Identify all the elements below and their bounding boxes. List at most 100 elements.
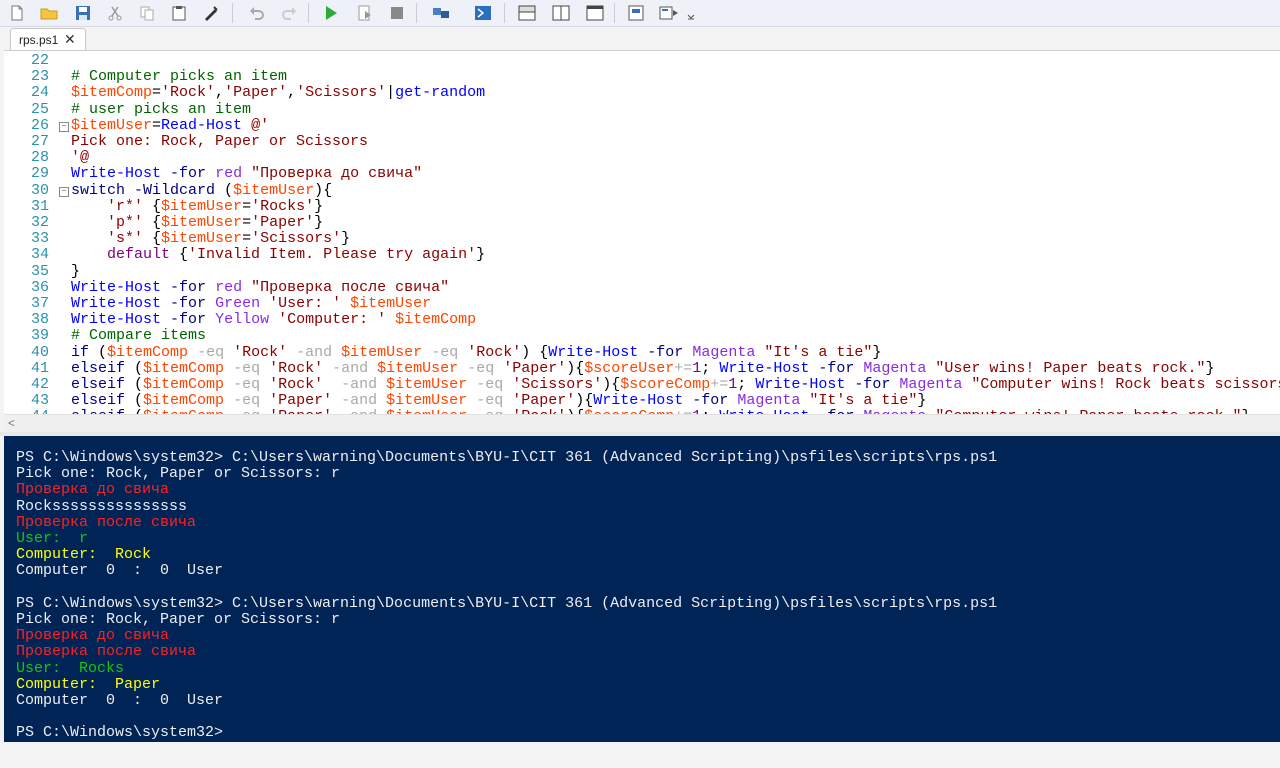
layout-top-icon[interactable]	[516, 2, 538, 24]
code-line[interactable]: 39 # Compare items	[4, 328, 1280, 344]
paste-icon[interactable]	[168, 2, 190, 24]
code-token: 'Paper'	[503, 359, 567, 377]
scroll-left-icon[interactable]: <	[8, 416, 15, 430]
line-number: 42	[30, 376, 49, 393]
layout-right-icon[interactable]	[550, 2, 572, 24]
layout-max-icon[interactable]	[584, 2, 606, 24]
code-line[interactable]: 40 if ($itemComp -eq 'Rock' -and $itemUse…	[4, 343, 1280, 361]
line-number: 28	[30, 149, 49, 167]
code-line[interactable]: 34 default {'Invalid Item. Please try ag…	[4, 247, 1280, 263]
code-line[interactable]: 42 elseif ($itemComp -eq 'Rock' -and $ite…	[4, 377, 1280, 393]
code-line[interactable]: 32 'p*' {$itemUser='Paper'}	[4, 215, 1280, 231]
code-token: }	[71, 262, 81, 280]
code-token: # Compare items	[71, 327, 207, 345]
code-line[interactable]: 22	[4, 53, 1280, 69]
save-icon[interactable]	[72, 2, 94, 24]
code-token: ){	[314, 181, 333, 199]
console-pane[interactable]: PS C:\Windows\system32> C:\Users\warning…	[4, 436, 1280, 742]
fold-toggle-icon[interactable]: −	[59, 186, 69, 197]
redo-icon[interactable]	[278, 2, 300, 24]
undo-icon[interactable]	[246, 2, 268, 24]
code-token: 'Rock'	[269, 376, 324, 393]
code-line[interactable]: 38 Write-Host -for Yellow 'Computer: ' $i…	[4, 312, 1280, 328]
code-line[interactable]: 28 '@	[4, 150, 1280, 166]
code-text: $itemComp='Rock','Paper','Scissors'|get-…	[71, 85, 485, 101]
code-text: Write-Host -for Green 'User: ' $itemUser	[71, 296, 431, 312]
code-line[interactable]: 26− $itemUser=Read-Host @'	[4, 116, 1280, 134]
fold-toggle-icon[interactable]: −	[59, 121, 69, 132]
code-token: @'	[251, 116, 270, 134]
code-token: =	[152, 84, 162, 102]
code-line[interactable]: 36 Write-Host -for red "Проверка после св…	[4, 278, 1280, 296]
code-token: get-random	[395, 84, 486, 102]
code-text: '@	[71, 150, 89, 166]
open-folder-icon[interactable]	[38, 2, 60, 24]
powershell-icon[interactable]	[472, 2, 494, 24]
code-line[interactable]: 24 $itemComp='Rock','Paper','Scissors'|ge…	[4, 85, 1280, 101]
close-icon[interactable]: ✕	[64, 31, 76, 48]
status-bar	[0, 742, 1280, 768]
code-line[interactable]: 41 elseif ($itemComp -eq 'Rock' -and $ite…	[4, 359, 1280, 377]
code-line[interactable]: 30− switch -Wildcard ($itemUser){	[4, 181, 1280, 199]
code-line[interactable]: 43 elseif ($itemComp -eq 'Paper' -and $it…	[4, 393, 1280, 409]
code-token: -for	[170, 295, 207, 312]
console-line: PS C:\Windows\system32> C:\Users\warning…	[16, 449, 998, 466]
new-file-icon[interactable]	[6, 2, 28, 24]
code-token: }	[917, 392, 927, 410]
code-token: $itemComp	[107, 343, 189, 361]
code-line[interactable]: 35}	[4, 262, 1280, 280]
code-line[interactable]: 29 Write-Host -for red "Проверка до свича…	[4, 166, 1280, 182]
cut-icon[interactable]	[104, 2, 126, 24]
code-token: $itemUser	[386, 376, 468, 393]
code-token: $itemUser	[377, 359, 459, 377]
code-line[interactable]: 25 # user picks an item	[4, 101, 1280, 118]
horizontal-scrollbar[interactable]: <	[4, 414, 1280, 432]
code-line[interactable]: 27 Pick one: Rock, Paper or Scissors	[4, 134, 1280, 150]
code-token: 'Scissors'	[296, 84, 387, 102]
code-token: 'Rock'	[269, 359, 324, 377]
code-token: red	[215, 278, 243, 296]
code-token: Pick one: Rock, Paper or Scissors	[71, 133, 369, 150]
code-line[interactable]: 23 # Computer picks an item	[4, 69, 1280, 85]
line-number: 35	[30, 262, 49, 280]
code-line[interactable]: 33 's*' {$itemUser='Scissors'}	[4, 231, 1280, 247]
code-token: 'Computer: '	[278, 311, 387, 329]
run-selection-icon[interactable]	[354, 2, 376, 24]
code-token: -eq	[476, 392, 504, 410]
script-editor[interactable]: 22 23 # Computer picks an item 24 $itemComp=…	[4, 50, 1280, 415]
overflow-icon[interactable]	[684, 2, 698, 24]
copy-icon[interactable]	[136, 2, 158, 24]
show-commands-icon[interactable]	[658, 2, 680, 24]
code-text: if ($itemComp -eq 'Rock' -and $itemUser …	[71, 343, 881, 361]
stop-icon[interactable]	[386, 2, 408, 24]
run-icon[interactable]	[320, 2, 342, 24]
code-token: Magenta	[692, 343, 756, 361]
code-token: 'Rock'	[233, 343, 288, 361]
remote-icon[interactable]	[430, 2, 452, 24]
code-line[interactable]: 31 'r*' {$itemUser='Rocks'}	[4, 198, 1280, 215]
code-text: 's*' {$itemUser='Scissors'}	[71, 231, 350, 247]
code-token: Write-Host	[755, 376, 846, 393]
code-token: ,	[215, 84, 225, 102]
code-token: -eq	[233, 359, 261, 377]
code-token: $itemUser	[71, 116, 153, 134]
show-script-pane-icon[interactable]	[626, 2, 648, 24]
tab-rps-ps1[interactable]: rps.ps1 ✕	[10, 28, 86, 52]
code-token: "It's a tie"	[809, 392, 918, 410]
code-token: 'Scissors'	[512, 376, 603, 393]
code-token: 'p*'	[107, 214, 144, 231]
code-token: $itemUser	[233, 181, 315, 199]
code-text: default {'Invalid Item. Please try again…	[71, 247, 485, 263]
code-line[interactable]: 37 Write-Host -for Green 'User: ' $itemUs…	[4, 296, 1280, 312]
clear-icon[interactable]	[200, 2, 222, 24]
